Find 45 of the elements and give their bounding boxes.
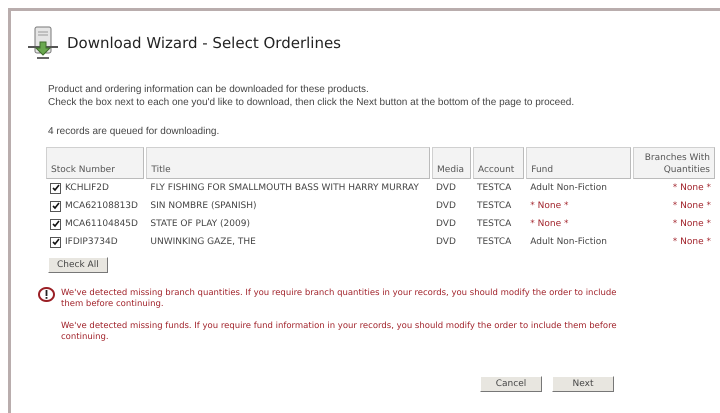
column-header: Stock Number — [46, 147, 144, 179]
title-cell-text: SIN NOMBRE (SPANISH) — [149, 200, 258, 213]
check-all-button[interactable]: Check All — [48, 257, 108, 273]
warning-message: We've detected missing branch quantities. If you require branch quantities in your records, you should modify the order to include them before continuing. — [61, 288, 618, 310]
branches-cell-text: * None * — [672, 236, 712, 249]
column-header: Account — [472, 147, 524, 179]
stock-number: MCA62108813D — [65, 201, 138, 211]
account-cell-text: TESTCA — [476, 236, 512, 249]
title-cell-text: STATE OF PLAY (2009) — [149, 218, 251, 231]
stock-number: MCA61104845D — [65, 219, 138, 229]
warning-icon — [38, 287, 55, 302]
cancel-button[interactable]: Cancel — [480, 376, 542, 392]
branches-cell-text: * None * — [672, 182, 712, 195]
fund-cell-text: * None * — [529, 200, 570, 213]
fund-cell-text: Adult Non-Fiction — [529, 182, 608, 195]
row-checkbox[interactable] — [50, 182, 61, 194]
title-cell-text: FLY FISHING FOR SMALLMOUTH BASS WITH HARRY MURRAY — [149, 182, 420, 195]
fund-cell-text: * None * — [529, 218, 570, 231]
column-header: Title — [146, 147, 430, 179]
instruction-text: Check the box next to each one you'd like to download, then click the Next button at the bottom of the page to proceed. — [48, 96, 576, 109]
account-cell-text: TESTCA — [476, 200, 512, 213]
warning-message: We've detected missing funds. If you require fund information in your records, you should modify the order to include them before continuing. — [61, 321, 618, 343]
media-cell-text: DVD — [435, 200, 457, 213]
column-header: Fund — [526, 147, 631, 179]
media-cell-text: DVD — [435, 218, 457, 231]
instruction-text: Product and ordering information can be downloaded for these products. — [48, 83, 370, 96]
column-header: Media — [432, 147, 471, 179]
row-checkbox[interactable] — [50, 236, 61, 248]
title-cell-text: UNWINKING GAZE, THE — [149, 236, 257, 249]
fund-cell-text: Adult Non-Fiction — [529, 236, 608, 249]
stock-number: IFDIP3734D — [65, 237, 118, 247]
queue-status: 4 records are queued for downloading. — [48, 125, 220, 138]
media-cell-text: DVD — [435, 182, 457, 195]
next-button[interactable]: Next — [552, 376, 614, 392]
media-cell-text: DVD — [435, 236, 457, 249]
branches-cell-text: * None * — [672, 218, 712, 231]
server-download-icon — [25, 25, 61, 61]
account-cell-text: TESTCA — [476, 218, 512, 231]
page-title: Download Wizard - Select Orderlines — [67, 34, 341, 52]
row-checkbox[interactable] — [50, 200, 61, 212]
branches-cell-text: * None * — [672, 200, 712, 213]
column-header: Branches With Quantities — [632, 147, 715, 179]
account-cell-text: TESTCA — [476, 182, 512, 195]
row-checkbox[interactable] — [50, 218, 61, 230]
stock-number: KCHLIF2D — [65, 183, 109, 193]
